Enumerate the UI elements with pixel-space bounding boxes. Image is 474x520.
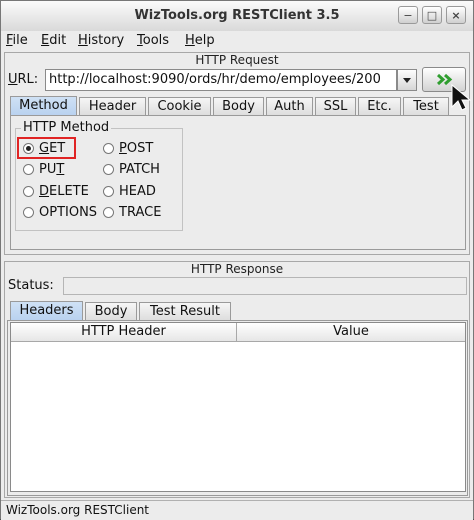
menu-file[interactable]: File bbox=[6, 33, 28, 48]
tab-test-result[interactable]: Test Result bbox=[139, 302, 231, 321]
response-headers-table[interactable]: HTTP Header Value bbox=[10, 322, 466, 492]
menu-help[interactable]: Help bbox=[185, 33, 215, 48]
menu-tools[interactable]: Tools bbox=[137, 33, 169, 48]
radio-delete[interactable]: D ELETE bbox=[23, 184, 89, 199]
mouse-cursor-icon bbox=[451, 83, 472, 111]
status-field bbox=[63, 277, 467, 295]
radio-icon bbox=[23, 207, 34, 218]
status-label: Status: bbox=[8, 278, 54, 293]
column-header-http-header[interactable]: HTTP Header bbox=[11, 323, 237, 342]
tab-body[interactable]: Body bbox=[213, 97, 264, 116]
tab-response-body[interactable]: Body bbox=[85, 302, 137, 321]
tab-cookie[interactable]: Cookie bbox=[148, 97, 211, 116]
radio-icon bbox=[103, 186, 114, 197]
menu-edit[interactable]: Edit bbox=[41, 33, 66, 48]
radio-icon bbox=[23, 186, 34, 197]
status-bar: WizTools.org RESTClient bbox=[1, 500, 473, 520]
radio-options[interactable]: OPTIONS bbox=[23, 205, 97, 220]
request-panel-title: HTTP Request bbox=[195, 53, 279, 67]
tab-etc[interactable]: Etc. bbox=[358, 97, 401, 116]
tab-method[interactable]: Method bbox=[10, 96, 77, 116]
tab-auth[interactable]: Auth bbox=[266, 97, 313, 116]
radio-put[interactable]: PU T bbox=[23, 162, 64, 177]
menu-bar: File Edit History Tools Help bbox=[1, 31, 473, 51]
tab-headers[interactable]: Headers bbox=[10, 301, 83, 321]
radio-icon bbox=[103, 207, 114, 218]
url-input[interactable]: http://localhost:9090/ords/hr/demo/emplo… bbox=[45, 69, 397, 91]
radio-get[interactable]: G ET bbox=[23, 141, 65, 156]
column-header-value[interactable]: Value bbox=[237, 323, 465, 342]
tab-header[interactable]: Header bbox=[79, 97, 146, 116]
radio-post[interactable]: P OST bbox=[103, 141, 153, 156]
menu-history[interactable]: History bbox=[78, 33, 124, 48]
url-history-dropdown[interactable] bbox=[397, 69, 417, 91]
radio-trace[interactable]: TRACE bbox=[103, 205, 161, 220]
radio-icon bbox=[103, 164, 114, 175]
radio-patch[interactable]: PATCH bbox=[103, 162, 160, 177]
url-label: URL: bbox=[8, 72, 39, 87]
status-bar-text: WizTools.org RESTClient bbox=[6, 503, 150, 517]
response-panel-title: HTTP Response bbox=[190, 262, 284, 276]
maximize-button[interactable]: □ bbox=[422, 6, 442, 24]
tab-test[interactable]: Test bbox=[403, 97, 449, 116]
radio-icon bbox=[23, 164, 34, 175]
radio-head[interactable]: HEAD bbox=[103, 184, 156, 199]
chevron-down-icon bbox=[403, 78, 411, 83]
http-method-group-title: HTTP Method bbox=[21, 120, 112, 135]
close-button[interactable]: × bbox=[446, 6, 466, 24]
app-window: WizTools.org RESTClient 3.5 − □ × File E… bbox=[0, 0, 474, 520]
title-bar[interactable]: WizTools.org RESTClient 3.5 − □ × bbox=[1, 1, 473, 32]
tab-ssl[interactable]: SSL bbox=[315, 97, 356, 116]
minimize-button[interactable]: − bbox=[398, 6, 418, 24]
radio-selected-icon bbox=[23, 143, 34, 154]
radio-icon bbox=[103, 143, 114, 154]
